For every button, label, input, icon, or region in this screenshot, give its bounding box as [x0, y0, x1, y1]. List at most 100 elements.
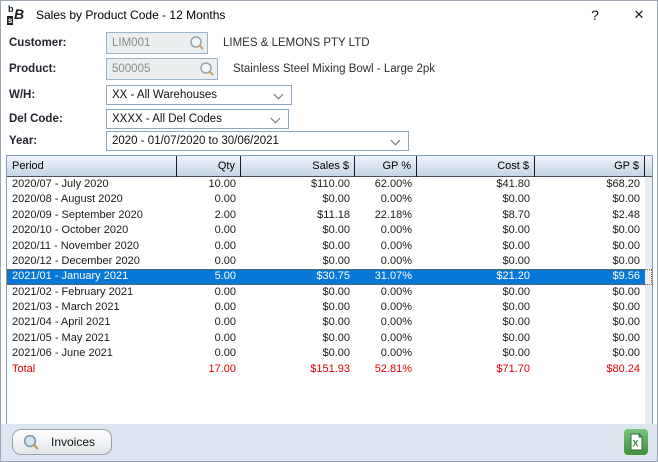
table-cell[interactable]: 2021/03 - March 2021: [7, 300, 177, 315]
table-row[interactable]: 2021/06 - June 20210.00$0.000.00%$0.00$0…: [7, 346, 652, 361]
table-cell[interactable]: $11.18: [241, 208, 355, 223]
table-cell[interactable]: 2021/04 - April 2021: [7, 315, 177, 330]
table-cell[interactable]: $21.20: [417, 269, 535, 284]
table-row[interactable]: 2021/03 - March 20210.00$0.000.00%$0.00$…: [7, 300, 652, 315]
table-cell[interactable]: $0.00: [417, 223, 535, 238]
table-cell[interactable]: $41.80: [417, 177, 535, 192]
invoices-button[interactable]: Invoices: [12, 429, 112, 455]
table-cell[interactable]: 0.00: [177, 254, 241, 269]
excel-export-button[interactable]: X: [623, 428, 649, 456]
table-cell[interactable]: 0.00: [177, 331, 241, 346]
table-cell[interactable]: 10.00: [177, 177, 241, 192]
table-cell[interactable]: 2020/09 - September 2020: [7, 208, 177, 223]
table-cell[interactable]: $0.00: [535, 254, 645, 269]
table-row[interactable]: 2021/01 - January 20215.00$30.7531.07%$2…: [7, 269, 652, 284]
table-row[interactable]: 2021/04 - April 20210.00$0.000.00%$0.00$…: [7, 315, 652, 330]
warehouse-select[interactable]: XX - All Warehouses: [106, 85, 292, 105]
table-cell[interactable]: 2021/05 - May 2021: [7, 331, 177, 346]
table-cell[interactable]: 0.00%: [355, 285, 417, 300]
table-cell[interactable]: 0.00%: [355, 300, 417, 315]
table-cell[interactable]: 0.00: [177, 239, 241, 254]
table-cell[interactable]: $0.00: [417, 300, 535, 315]
row-filler: [645, 331, 652, 346]
table-cell[interactable]: 0.00%: [355, 239, 417, 254]
table-cell[interactable]: 5.00: [177, 269, 241, 284]
table-cell[interactable]: $0.00: [241, 315, 355, 330]
table-cell[interactable]: $0.00: [241, 346, 355, 361]
table-cell[interactable]: 62.00%: [355, 177, 417, 192]
table-cell[interactable]: 2020/11 - November 2020: [7, 239, 177, 254]
table-cell[interactable]: $110.00: [241, 177, 355, 192]
table-cell[interactable]: $0.00: [417, 192, 535, 207]
table-cell[interactable]: 2021/01 - January 2021: [7, 269, 177, 284]
table-cell[interactable]: $0.00: [535, 300, 645, 315]
table-cell[interactable]: 0.00%: [355, 254, 417, 269]
table-cell[interactable]: $0.00: [535, 192, 645, 207]
table-cell[interactable]: $0.00: [535, 331, 645, 346]
table-cell[interactable]: $0.00: [417, 239, 535, 254]
table-cell[interactable]: $0.00: [241, 254, 355, 269]
table-cell[interactable]: $0.00: [241, 223, 355, 238]
table-cell[interactable]: $68.20: [535, 177, 645, 192]
table-cell[interactable]: $0.00: [417, 331, 535, 346]
table-cell[interactable]: $0.00: [535, 223, 645, 238]
table-cell[interactable]: 2020/10 - October 2020: [7, 223, 177, 238]
product-input[interactable]: 500005: [106, 58, 218, 80]
table-cell[interactable]: $0.00: [535, 346, 645, 361]
table-cell[interactable]: $0.00: [417, 315, 535, 330]
table-cell[interactable]: 0.00%: [355, 315, 417, 330]
table-cell[interactable]: $0.00: [417, 285, 535, 300]
magnifier-icon[interactable]: [199, 61, 215, 77]
table-cell[interactable]: $0.00: [241, 239, 355, 254]
close-button[interactable]: ✕: [623, 3, 655, 27]
table-cell[interactable]: $0.00: [241, 300, 355, 315]
table-cell[interactable]: 31.07%: [355, 269, 417, 284]
table-cell[interactable]: 2.00: [177, 208, 241, 223]
table-cell[interactable]: 0.00: [177, 315, 241, 330]
table-row[interactable]: 2020/09 - September 20202.00$11.1822.18%…: [7, 208, 652, 223]
table-cell[interactable]: $0.00: [417, 254, 535, 269]
table-row[interactable]: 2021/05 - May 20210.00$0.000.00%$0.00$0.…: [7, 331, 652, 346]
table-cell[interactable]: 0.00: [177, 223, 241, 238]
table-cell[interactable]: 0.00: [177, 192, 241, 207]
table-cell[interactable]: $0.00: [241, 285, 355, 300]
table-cell[interactable]: 0.00%: [355, 346, 417, 361]
table-cell[interactable]: 2021/06 - June 2021: [7, 346, 177, 361]
table-cell[interactable]: 0.00: [177, 285, 241, 300]
table-cell[interactable]: 0.00%: [355, 192, 417, 207]
table-cell[interactable]: $0.00: [241, 331, 355, 346]
table-cell[interactable]: $0.00: [417, 346, 535, 361]
table-cell[interactable]: 0.00%: [355, 223, 417, 238]
customer-input[interactable]: LIM001: [106, 32, 208, 54]
table-row[interactable]: 2020/08 - August 20200.00$0.000.00%$0.00…: [7, 192, 652, 207]
magnifier-icon[interactable]: [189, 35, 205, 51]
table-cell[interactable]: 0.00%: [355, 331, 417, 346]
table-row[interactable]: 2020/11 - November 20200.00$0.000.00%$0.…: [7, 239, 652, 254]
table-cell[interactable]: $0.00: [535, 285, 645, 300]
table-row[interactable]: 2020/07 - July 202010.00$110.0062.00%$41…: [7, 177, 652, 192]
table-cell[interactable]: 0.00: [177, 346, 241, 361]
table-cell[interactable]: $9.56: [535, 269, 645, 284]
table-row[interactable]: 2021/02 - February 20210.00$0.000.00%$0.…: [7, 285, 652, 300]
help-button[interactable]: ?: [579, 3, 611, 27]
table-cell[interactable]: $30.75: [241, 269, 355, 284]
table-cell[interactable]: $0.00: [535, 239, 645, 254]
table-cell[interactable]: 2020/12 - December 2020: [7, 254, 177, 269]
table-cell[interactable]: 2021/02 - February 2021: [7, 285, 177, 300]
table-cell[interactable]: $2.48: [535, 208, 645, 223]
del-code-select[interactable]: XXXX - All Del Codes: [106, 109, 289, 129]
table-row[interactable]: 2020/10 - October 20200.00$0.000.00%$0.0…: [7, 223, 652, 238]
table-cell[interactable]: 22.18%: [355, 208, 417, 223]
table-cell[interactable]: $8.70: [417, 208, 535, 223]
table-cell[interactable]: 0.00: [177, 300, 241, 315]
table-cell[interactable]: 2020/07 - July 2020: [7, 177, 177, 192]
year-select[interactable]: 2020 - 01/07/2020 to 30/06/2021: [106, 131, 409, 151]
table-row[interactable]: 2020/12 - December 20200.00$0.000.00%$0.…: [7, 254, 652, 269]
product-label: Product:: [9, 58, 56, 80]
customer-description: LIMES & LEMONS PTY LTD: [223, 32, 370, 54]
table-cell[interactable]: 2020/08 - August 2020: [7, 192, 177, 207]
table-cell[interactable]: $0.00: [535, 315, 645, 330]
sales-table: PeriodQtySales $GP %Cost $GP $ 2020/07 -…: [6, 155, 653, 426]
table-cell[interactable]: $0.00: [241, 192, 355, 207]
table-body: 2020/07 - July 202010.00$110.0062.00%$41…: [7, 177, 652, 377]
